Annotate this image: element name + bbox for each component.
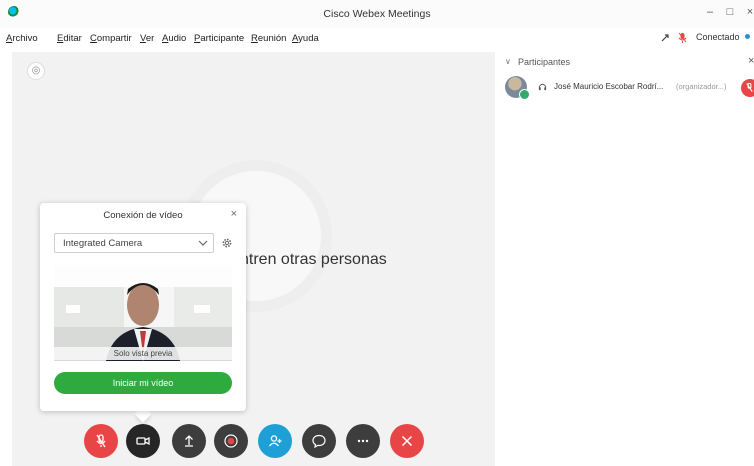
preview-caption: Solo vista previa	[54, 347, 232, 360]
participant-mute-button[interactable]	[741, 79, 754, 97]
chat-button[interactable]	[302, 424, 336, 458]
participants-panel: ∨ Participantes × José Mauricio Escobar …	[498, 52, 754, 466]
title-bar: Cisco Webex Meetings – □ ×	[0, 0, 754, 28]
menu-audio[interactable]: Audio	[162, 33, 186, 44]
participants-panel-header[interactable]: ∨ Participantes ×	[498, 52, 754, 72]
menu-compartir[interactable]: Compartir	[90, 33, 132, 44]
close-window-button[interactable]: ×	[742, 5, 754, 19]
popover-close-button[interactable]: ×	[231, 208, 237, 220]
chat-bubble-icon	[312, 434, 326, 449]
connection-status: Conectado	[696, 32, 740, 42]
gear-icon[interactable]	[221, 237, 233, 249]
more-options-icon	[357, 439, 369, 443]
host-badge-icon	[519, 89, 530, 100]
participant-name: José Mauricio Escobar Rodrí...	[554, 82, 664, 91]
add-participant-icon	[268, 435, 282, 447]
menu-archivo[interactable]: Archivo	[6, 33, 38, 44]
participants-button[interactable]	[258, 424, 292, 458]
share-upload-icon	[185, 435, 193, 447]
window-title: Cisco Webex Meetings	[323, 8, 431, 20]
menu-ver[interactable]: Ver	[140, 33, 154, 44]
participant-role: (organizador...)	[676, 82, 727, 91]
mute-button[interactable]	[84, 424, 118, 458]
link-icon[interactable]	[660, 33, 670, 43]
mic-muted-icon	[96, 434, 106, 448]
minimize-button[interactable]: –	[702, 5, 718, 19]
chevron-down-icon	[198, 240, 208, 246]
menu-ayuda[interactable]: Ayuda	[292, 33, 319, 44]
leave-button[interactable]	[390, 424, 424, 458]
menu-editar[interactable]: Editar	[57, 33, 82, 44]
record-icon	[224, 434, 238, 448]
headset-icon	[538, 83, 547, 91]
share-button[interactable]	[172, 424, 206, 458]
maximize-button[interactable]: □	[722, 5, 738, 19]
close-x-icon	[401, 435, 413, 447]
participants-panel-title: Participantes	[518, 57, 571, 67]
camera-select[interactable]: Integrated Camera	[54, 233, 214, 253]
video-camera-icon	[136, 436, 150, 446]
camera-select-value: Integrated Camera	[63, 238, 143, 249]
participant-row[interactable]: José Mauricio Escobar Rodrí... (organiza…	[498, 76, 754, 102]
start-video-button[interactable]: Iniciar mi vídeo	[54, 372, 232, 394]
collapse-chevron-icon[interactable]: ∨	[505, 57, 511, 66]
waiting-message: ntren otras personas	[240, 251, 387, 268]
video-button[interactable]	[126, 424, 160, 458]
record-button[interactable]	[214, 424, 248, 458]
more-button[interactable]	[346, 424, 380, 458]
connection-dot-icon	[745, 34, 750, 39]
mic-muted-icon	[746, 82, 753, 92]
video-connection-popover: Conexión de vídeo × Integrated Camera So…	[40, 203, 246, 411]
menu-bar: Archivo Editar Compartir Ver Audio Parti…	[0, 30, 754, 48]
menu-participante[interactable]: Participante	[194, 33, 244, 44]
menu-reunion[interactable]: Reunión	[251, 33, 286, 44]
participants-panel-close-button[interactable]: ×	[748, 55, 754, 67]
info-icon[interactable]: ◎	[27, 62, 45, 80]
popover-title: Conexión de vídeo	[103, 210, 183, 221]
mic-muted-status-icon[interactable]	[678, 32, 687, 44]
